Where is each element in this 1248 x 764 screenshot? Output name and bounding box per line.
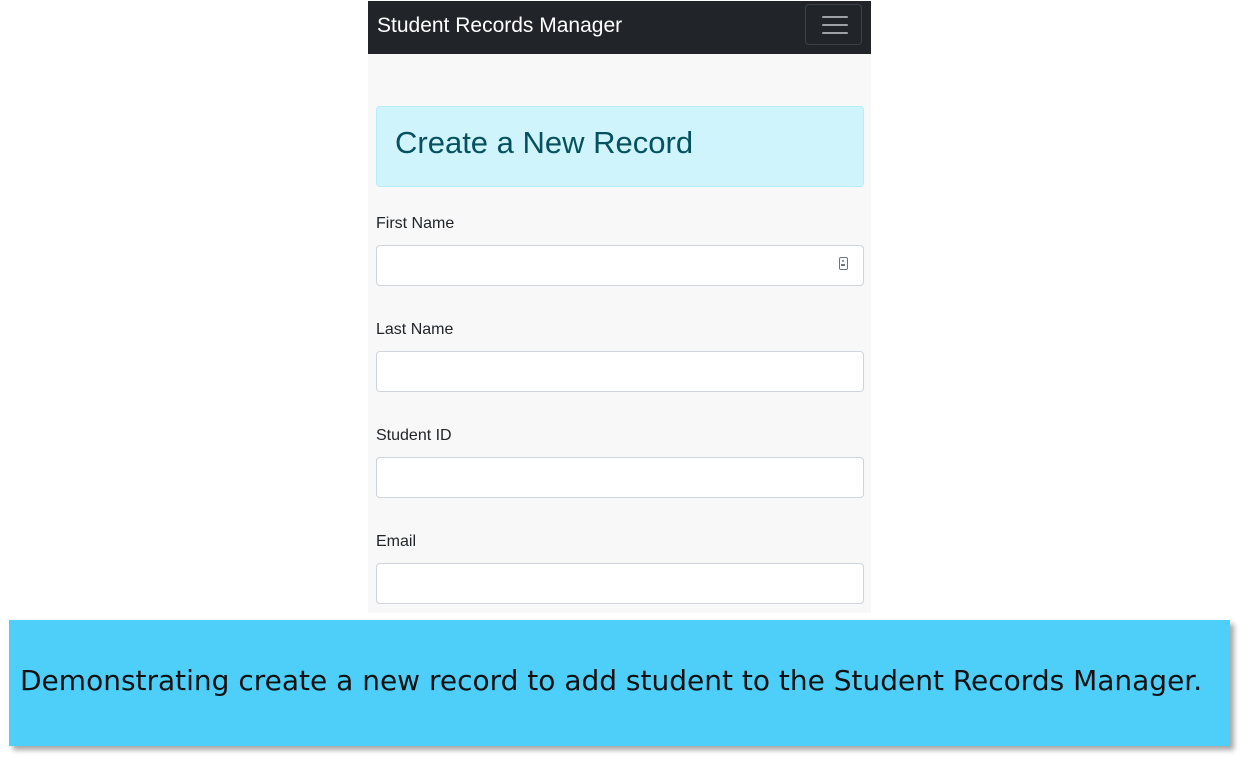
caption-text: Demonstrating create a new record to add… bbox=[20, 664, 1203, 697]
app-viewport: Student Records Manager Create a New Rec… bbox=[368, 1, 871, 613]
first-name-label: First Name bbox=[376, 215, 455, 232]
last-name-input[interactable] bbox=[376, 351, 864, 392]
navbar-brand[interactable]: Student Records Manager bbox=[377, 13, 622, 39]
page-title: Create a New Record bbox=[395, 125, 694, 160]
email-label: Email bbox=[376, 533, 417, 550]
page-header-banner: Create a New Record bbox=[376, 106, 864, 187]
student-id-label: Student ID bbox=[376, 427, 452, 444]
navbar: Student Records Manager bbox=[368, 1, 871, 54]
hamburger-menu-icon bbox=[822, 16, 848, 18]
last-name-label: Last Name bbox=[376, 321, 454, 338]
navbar-toggler-button[interactable] bbox=[805, 4, 862, 45]
student-id-input[interactable] bbox=[376, 457, 864, 498]
first-name-input[interactable] bbox=[376, 245, 864, 286]
caption-banner: Demonstrating create a new record to add… bbox=[9, 620, 1230, 746]
contact-card-icon[interactable] bbox=[839, 257, 848, 270]
email-input[interactable] bbox=[376, 563, 864, 604]
